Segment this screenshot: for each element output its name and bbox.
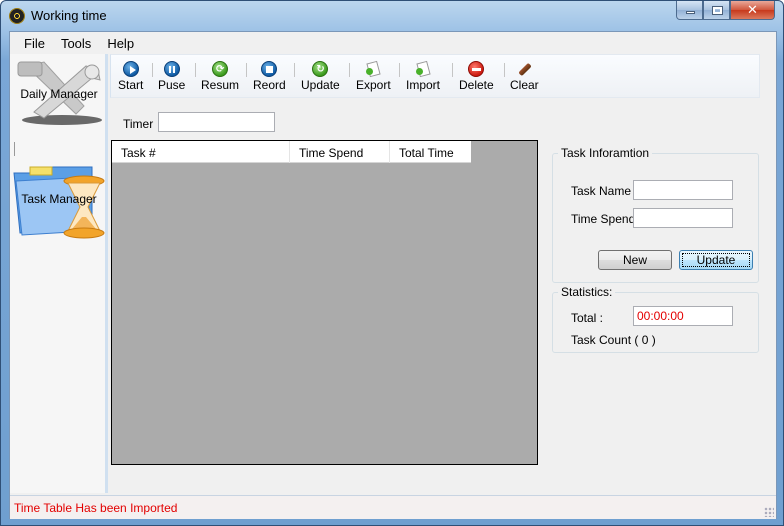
sidebar: Daily Manager Task Manager bbox=[10, 54, 108, 493]
timer-label: Timer bbox=[123, 117, 154, 131]
window-title: Working time bbox=[31, 8, 107, 23]
task-count: Task Count ( 0 ) bbox=[571, 333, 656, 347]
start-label: Start bbox=[118, 78, 144, 92]
export-button[interactable]: Export bbox=[356, 60, 391, 92]
minimize-button[interactable] bbox=[676, 1, 703, 20]
sidebar-item-label: Task Manager bbox=[21, 192, 97, 206]
grid-header: Task # Time Spend Total Time bbox=[112, 141, 471, 163]
resume-label: Resum bbox=[201, 78, 240, 92]
toolbar-separator bbox=[195, 63, 196, 77]
maximize-button[interactable] bbox=[703, 1, 730, 20]
toolbar-separator bbox=[246, 63, 247, 77]
resume-icon: ⟳ bbox=[212, 61, 228, 77]
app-window: Working time ✕ File Tools Help Daily Man… bbox=[0, 0, 784, 526]
record-button[interactable]: Reord bbox=[253, 61, 286, 92]
resize-grip-icon[interactable] bbox=[764, 507, 774, 517]
update-toolbar-button[interactable]: ↻ Update bbox=[301, 61, 340, 92]
time-spend-input[interactable] bbox=[633, 208, 733, 228]
toolbar-separator bbox=[152, 63, 153, 77]
update-button[interactable]: Update bbox=[679, 250, 753, 270]
import-label: Import bbox=[406, 78, 441, 92]
task-name-label: Task Name bbox=[571, 184, 632, 198]
clear-label: Clear bbox=[510, 78, 539, 92]
menu-bar: File Tools Help bbox=[10, 32, 776, 54]
total-value: 00:00:00 bbox=[633, 306, 733, 326]
sidebar-item-label: Daily Manager bbox=[20, 87, 98, 101]
pause-button[interactable]: Puse bbox=[158, 61, 185, 92]
broom-icon bbox=[516, 61, 533, 77]
radiation-app-icon bbox=[9, 8, 25, 24]
client-area: File Tools Help Daily Manager Task Manag… bbox=[9, 31, 777, 519]
toolbar-separator bbox=[452, 63, 453, 77]
close-icon: ✕ bbox=[747, 2, 758, 17]
export-icon bbox=[365, 60, 381, 78]
update-label: Update bbox=[301, 78, 340, 92]
stop-icon bbox=[261, 61, 278, 77]
statistics-group: Statistics: Total : 00:00:00 Task Count … bbox=[552, 285, 759, 353]
import-icon bbox=[415, 60, 431, 78]
clear-button[interactable]: Clear bbox=[510, 61, 539, 92]
task-name-input[interactable] bbox=[633, 180, 733, 200]
record-label: Reord bbox=[253, 78, 286, 92]
status-bar: Time Table Has been Imported bbox=[10, 495, 776, 519]
new-button-label: New bbox=[622, 253, 647, 267]
menu-tools[interactable]: Tools bbox=[53, 32, 99, 54]
menu-file[interactable]: File bbox=[16, 32, 53, 54]
play-icon bbox=[122, 61, 139, 77]
title-bar[interactable]: Working time ✕ bbox=[1, 1, 783, 31]
import-button[interactable]: Import bbox=[406, 60, 441, 92]
close-button[interactable]: ✕ bbox=[730, 1, 775, 20]
toolbar: Start Puse ⟳ Resum Reord ↻ Update Export… bbox=[110, 54, 760, 98]
delete-button[interactable]: Delete bbox=[459, 61, 494, 92]
resume-button[interactable]: ⟳ Resum bbox=[201, 61, 239, 92]
timer-input[interactable] bbox=[158, 112, 275, 132]
sidebar-divider bbox=[14, 142, 15, 156]
menu-help[interactable]: Help bbox=[99, 32, 142, 54]
toolbar-separator bbox=[504, 63, 505, 77]
delete-label: Delete bbox=[459, 78, 494, 92]
pause-icon bbox=[163, 61, 180, 77]
toolbar-separator bbox=[399, 63, 400, 77]
toolbar-separator bbox=[349, 63, 350, 77]
delete-icon bbox=[468, 61, 485, 77]
maximize-icon bbox=[712, 6, 723, 15]
minimize-icon bbox=[686, 11, 695, 14]
column-header-time-spend[interactable]: Time Spend bbox=[290, 141, 390, 163]
column-header-total-time[interactable]: Total Time bbox=[390, 141, 471, 163]
export-label: Export bbox=[356, 78, 391, 92]
task-information-group: Task Inforamtion Task Name Time Spend Ne… bbox=[552, 146, 759, 283]
start-button[interactable]: Start bbox=[118, 61, 143, 92]
task-grid[interactable]: Task # Time Spend Total Time bbox=[111, 140, 538, 465]
statistics-title: Statistics: bbox=[558, 285, 616, 299]
status-message: Time Table Has been Imported bbox=[14, 501, 178, 515]
refresh-icon: ↻ bbox=[312, 61, 329, 77]
task-information-title: Task Inforamtion bbox=[558, 146, 653, 160]
toolbar-separator bbox=[294, 63, 295, 77]
total-label: Total : bbox=[571, 311, 604, 325]
sidebar-item-daily-manager[interactable]: Daily Manager bbox=[10, 54, 108, 134]
sidebar-item-task-manager[interactable]: Task Manager bbox=[10, 159, 108, 239]
column-header-task[interactable]: Task # bbox=[112, 141, 290, 163]
new-button[interactable]: New bbox=[598, 250, 672, 270]
time-spend-label: Time Spend bbox=[571, 212, 636, 226]
pause-label: Puse bbox=[158, 78, 186, 92]
